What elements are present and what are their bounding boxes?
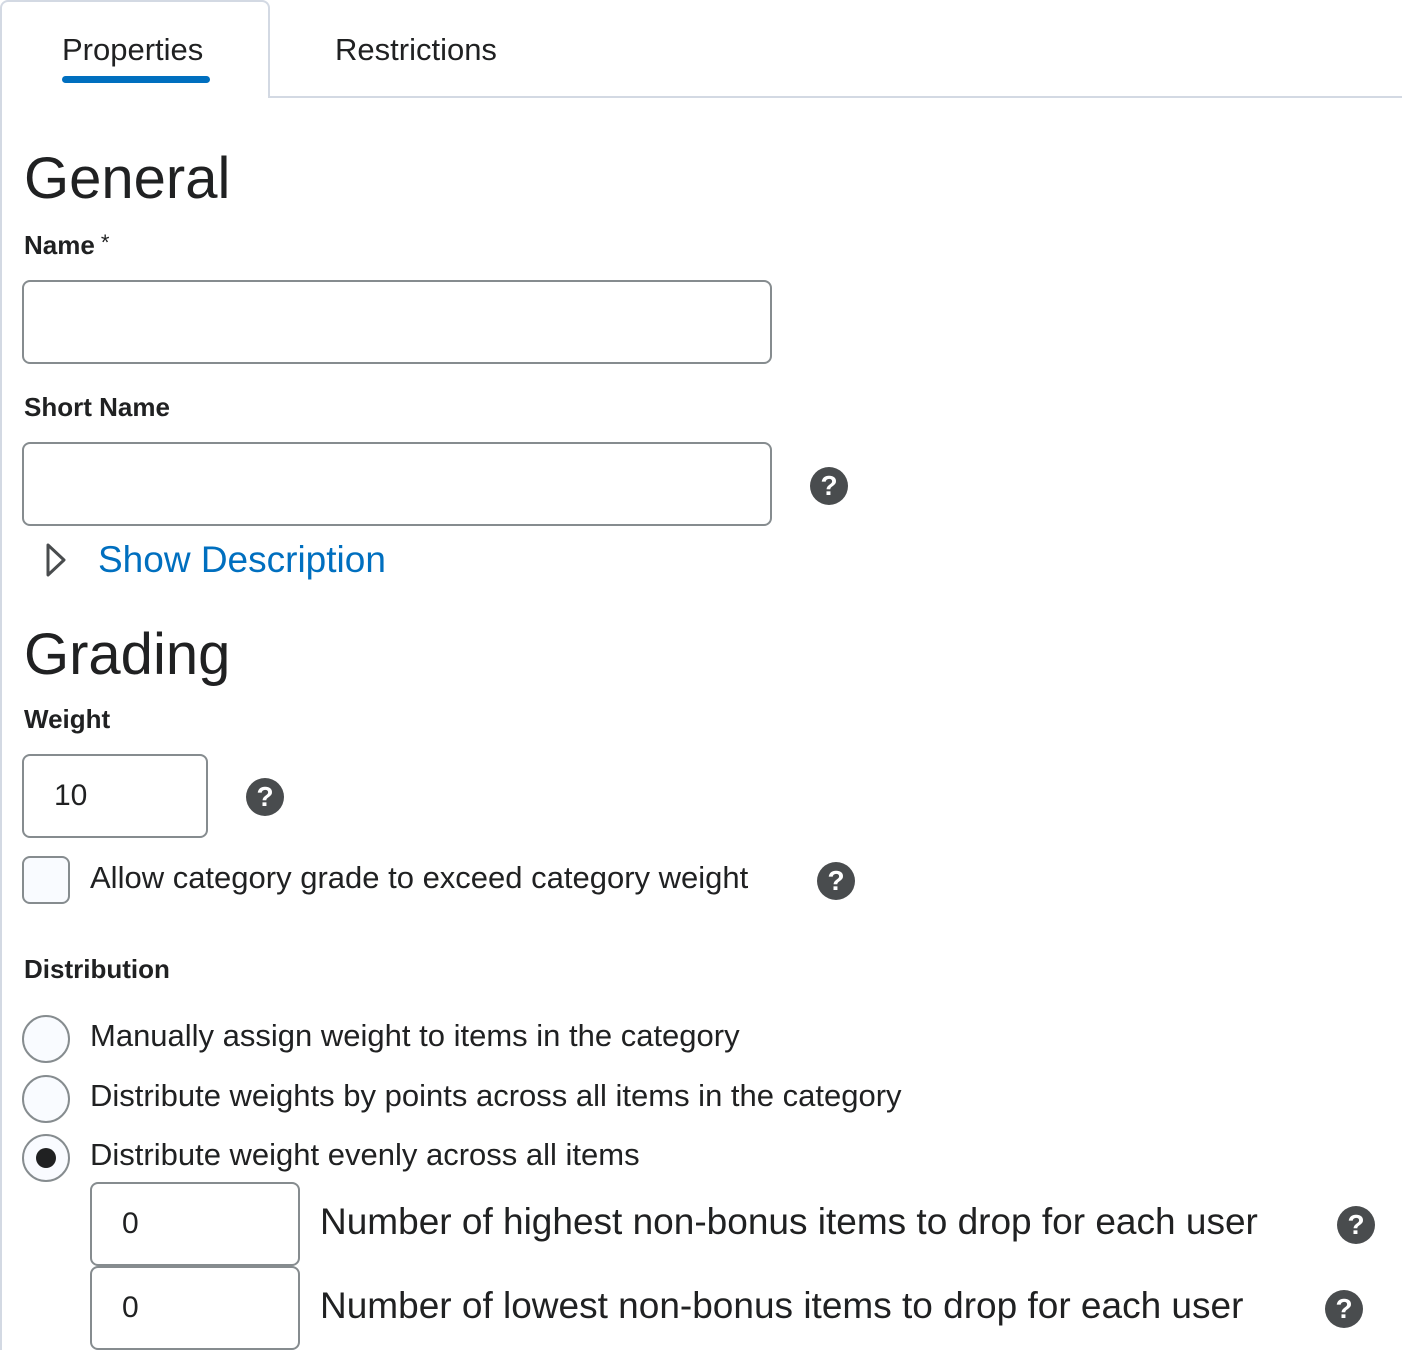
active-tab-indicator [62, 76, 210, 83]
general-heading: General [24, 146, 231, 211]
name-label-text: Name [24, 230, 95, 260]
radio-selected-dot [36, 1148, 56, 1168]
radio-manual-weight[interactable] [22, 1015, 70, 1063]
drop-highest-input[interactable] [90, 1182, 300, 1266]
grading-heading: Grading [24, 622, 231, 687]
short-name-input[interactable] [22, 442, 772, 526]
distribution-label: Distribution [24, 954, 170, 984]
tab-properties-label: Properties [62, 32, 204, 67]
exceed-weight-checkbox[interactable] [22, 856, 70, 904]
show-description-link[interactable]: Show Description [98, 541, 386, 578]
help-icon[interactable]: ? [246, 778, 284, 816]
drop-lowest-input[interactable] [90, 1266, 300, 1350]
help-icon[interactable]: ? [1337, 1206, 1375, 1244]
radio-weight-by-points-label: Distribute weights by points across all … [90, 1078, 902, 1113]
help-icon[interactable]: ? [817, 862, 855, 900]
name-label: Name * [24, 230, 110, 260]
radio-manual-weight-label: Manually assign weight to items in the c… [90, 1018, 740, 1053]
required-marker: * [100, 230, 110, 255]
short-name-label: Short Name [24, 392, 170, 422]
name-input[interactable] [22, 280, 772, 364]
tab-restrictions[interactable]: Restrictions [335, 34, 497, 65]
weight-label: Weight [24, 704, 111, 734]
panel-left-border [0, 98, 2, 1350]
triangle-right-icon[interactable] [44, 542, 68, 583]
weight-input[interactable] [22, 754, 208, 838]
tab-strip-divider [270, 96, 1402, 98]
exceed-weight-label: Allow category grade to exceed category … [90, 860, 749, 895]
help-icon[interactable]: ? [810, 467, 848, 505]
drop-highest-label: Number of highest non-bonus items to dro… [320, 1201, 1258, 1242]
help-icon[interactable]: ? [1325, 1290, 1363, 1328]
drop-lowest-label: Number of lowest non-bonus items to drop… [320, 1285, 1244, 1326]
radio-weight-by-points[interactable] [22, 1075, 70, 1123]
radio-weight-evenly-label: Distribute weight evenly across all item… [90, 1137, 640, 1172]
radio-weight-evenly[interactable] [22, 1134, 70, 1182]
